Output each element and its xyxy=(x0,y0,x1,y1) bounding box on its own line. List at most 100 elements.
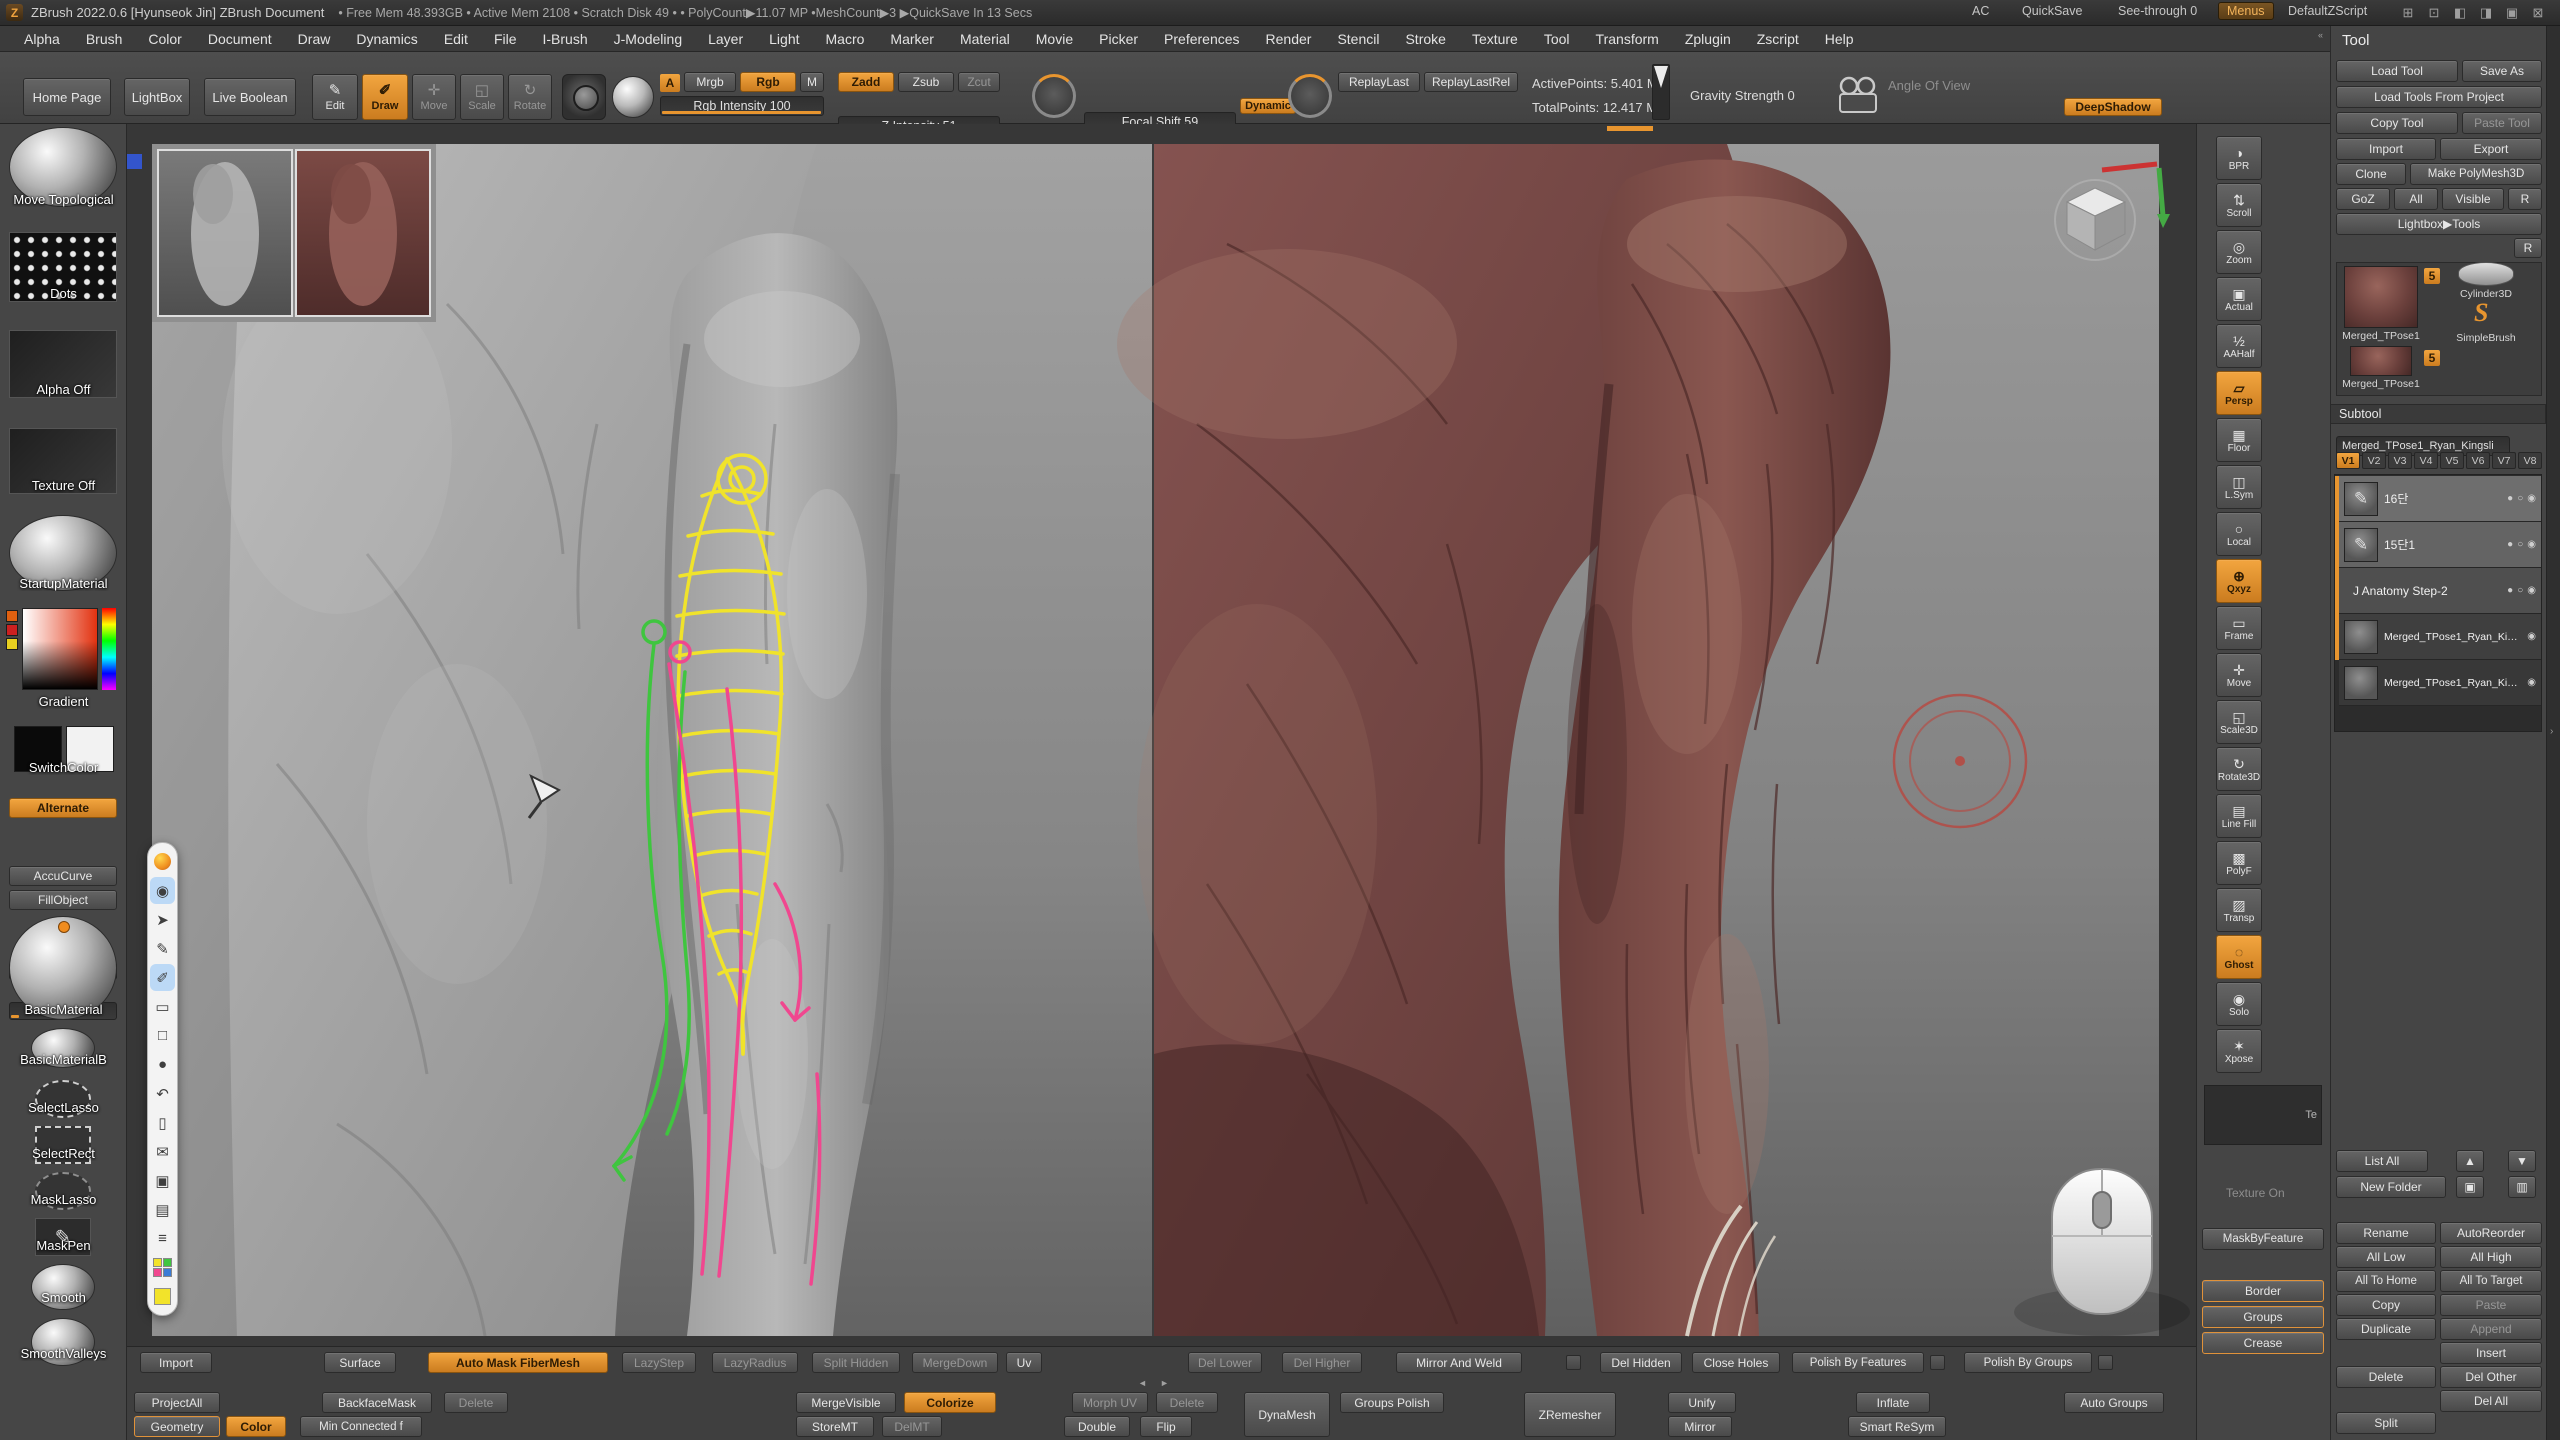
fillobject-button[interactable]: FillObject xyxy=(9,890,117,910)
gravity-strength-slider[interactable]: Gravity Strength 0 xyxy=(1690,88,1795,103)
document-canvas[interactable]: ◉ ➤ ✎ ✐ ▭ □ ● ↶ ▯ ✉ ▣ ▤ ≡ xyxy=(127,124,2196,1346)
import-tool-button[interactable]: Import xyxy=(2336,138,2436,160)
surface-button[interactable]: Surface xyxy=(324,1352,396,1373)
xpose-button[interactable]: ✶Xpose xyxy=(2216,1029,2262,1073)
mergevisible-button[interactable]: MergeVisible xyxy=(796,1392,896,1413)
polyf-button[interactable]: ▩PolyF xyxy=(2216,841,2262,885)
edit-mode-button[interactable]: ✎Edit xyxy=(312,74,358,120)
rgb-intensity-slider[interactable]: Rgb Intensity 100 xyxy=(660,96,824,116)
camera-view-icon[interactable] xyxy=(1836,76,1880,116)
draw-mode-button[interactable]: ✐Draw xyxy=(362,74,408,120)
paste-tool-button[interactable]: Paste Tool xyxy=(2462,112,2542,134)
delmt-button[interactable]: DelMT xyxy=(882,1416,942,1437)
autoreorder-button[interactable]: AutoReorder xyxy=(2440,1222,2542,1244)
aahalf-button[interactable]: ½AAHalf xyxy=(2216,324,2262,368)
goz-all-button[interactable]: All xyxy=(2394,188,2438,210)
auto-mask-fibermesh-button[interactable]: Auto Mask FiberMesh xyxy=(428,1352,608,1373)
inflate-button[interactable]: Inflate xyxy=(1856,1392,1930,1413)
subtool-row-icons[interactable]: ◉ xyxy=(2527,631,2536,642)
groups-polish-button[interactable]: Groups Polish xyxy=(1340,1392,1444,1413)
move3d-button[interactable]: ✛Move xyxy=(2216,653,2262,697)
uv-button[interactable]: Uv xyxy=(1006,1352,1042,1373)
color-palette-icon[interactable] xyxy=(150,1254,175,1281)
default-zscript-button[interactable]: DefaultZScript xyxy=(2288,4,2367,18)
shape-tool-icon[interactable]: □ xyxy=(150,1022,175,1049)
subtool-row-icons[interactable]: ◉ xyxy=(2527,677,2536,688)
polish-features-mode-dot[interactable] xyxy=(1930,1355,1945,1370)
export-tool-button[interactable]: Export xyxy=(2440,138,2542,160)
zoom-button[interactable]: ◎Zoom xyxy=(2216,230,2262,274)
focal-shift-icon[interactable] xyxy=(1032,74,1076,118)
subtool-tab-v7[interactable]: V7 xyxy=(2492,452,2516,469)
annotation-logo-icon[interactable] xyxy=(150,848,175,875)
split-view2-icon[interactable]: ◨ xyxy=(2476,5,2496,21)
all-to-home-button[interactable]: All To Home xyxy=(2336,1270,2436,1292)
make-polymesh3d-button[interactable]: Make PolyMesh3D xyxy=(2410,163,2542,185)
mirror-button[interactable]: Mirror xyxy=(1668,1416,1732,1437)
menu-alpha[interactable]: Alpha xyxy=(24,31,60,47)
actual-button[interactable]: ▣Actual xyxy=(2216,277,2262,321)
eye-toggle-icon[interactable]: ◉ xyxy=(150,877,175,904)
cylinder3d-thumbnail[interactable] xyxy=(2458,262,2514,286)
undo-icon[interactable]: ↶ xyxy=(150,1080,175,1107)
menu-file[interactable]: File xyxy=(494,31,517,47)
camera-nav-cube[interactable] xyxy=(2055,180,2135,260)
colorize-button[interactable]: Colorize xyxy=(904,1392,996,1413)
geometry-section-button[interactable]: Geometry xyxy=(134,1416,220,1437)
menu-edit[interactable]: Edit xyxy=(444,31,468,47)
backfacemask-button[interactable]: BackfaceMask xyxy=(322,1392,432,1413)
bpr-render-button[interactable]: ◑BPR xyxy=(2216,136,2262,180)
scale3d-button[interactable]: ◱Scale3D xyxy=(2216,700,2262,744)
quicksave-button[interactable]: QuickSave xyxy=(2022,4,2082,18)
folder-options-button[interactable]: ▥ xyxy=(2508,1176,2536,1198)
goz-r-button[interactable]: R xyxy=(2508,188,2542,210)
clear-trash-icon[interactable]: ▯ xyxy=(150,1109,175,1136)
monitor-icon[interactable]: ⊡ xyxy=(2424,5,2444,21)
new-folder-button[interactable]: New Folder xyxy=(2336,1176,2446,1198)
color-swatch-orange[interactable] xyxy=(6,610,18,622)
double-button[interactable]: Double xyxy=(1064,1416,1130,1437)
ghost-button[interactable]: ◌Ghost xyxy=(2216,935,2262,979)
paste-subtool-button[interactable]: Paste xyxy=(2440,1294,2542,1316)
insert-button[interactable]: Insert xyxy=(2440,1342,2542,1364)
stroke-preview-widget[interactable] xyxy=(562,74,606,120)
layer-delete-button[interactable]: Delete xyxy=(444,1392,508,1413)
current-tool-r-button[interactable]: R xyxy=(2514,238,2542,258)
subtool-tab-v3[interactable]: V3 xyxy=(2388,452,2412,469)
border-button[interactable]: Border xyxy=(2202,1280,2324,1302)
all-high-button[interactable]: All High xyxy=(2440,1246,2542,1268)
rename-button[interactable]: Rename xyxy=(2336,1222,2436,1244)
subtool-row-3[interactable]: J Anatomy Step-2●○◉ xyxy=(2339,568,2541,614)
alternate-button[interactable]: Alternate xyxy=(9,798,117,818)
copy-tool-button[interactable]: Copy Tool xyxy=(2336,112,2458,134)
menu-zplugin[interactable]: Zplugin xyxy=(1685,31,1731,47)
split-hidden-button[interactable]: Split Hidden xyxy=(812,1352,900,1373)
frame-button[interactable]: ▭Frame xyxy=(2216,606,2262,650)
storemt-button[interactable]: StoreMT xyxy=(796,1416,874,1437)
zremesher-button[interactable]: ZRemesher xyxy=(1524,1392,1616,1437)
mrgb-button[interactable]: Mrgb xyxy=(684,72,736,92)
subtool-row-icons[interactable]: ●○◉ xyxy=(2507,585,2536,596)
load-tool-button[interactable]: Load Tool xyxy=(2336,60,2458,82)
del-hidden-button[interactable]: Del Hidden xyxy=(1600,1352,1682,1373)
menu-layer[interactable]: Layer xyxy=(708,31,743,47)
move-up-button[interactable]: ▲ xyxy=(2456,1150,2484,1172)
polish-by-groups-button[interactable]: Polish By Groups xyxy=(1964,1352,2092,1373)
fiber-import-button[interactable]: Import xyxy=(140,1352,212,1373)
move-mode-button[interactable]: ✛Move xyxy=(412,74,456,120)
menu-color[interactable]: Color xyxy=(148,31,181,47)
menu-movie[interactable]: Movie xyxy=(1036,31,1073,47)
menu-ibrush[interactable]: I-Brush xyxy=(543,31,588,47)
menu-macro[interactable]: Macro xyxy=(826,31,865,47)
deep-shadow-button[interactable]: DeepShadow xyxy=(2064,98,2162,116)
home-page-button[interactable]: Home Page xyxy=(23,78,111,116)
rotate-mode-button[interactable]: ↻Rotate xyxy=(508,74,552,120)
menu-brush[interactable]: Brush xyxy=(86,31,123,47)
auto-groups-button[interactable]: Auto Groups xyxy=(2064,1392,2164,1413)
material-preview-sphere[interactable] xyxy=(612,76,654,118)
del-all-button[interactable]: Del All xyxy=(2440,1390,2542,1412)
menu-tool[interactable]: Tool xyxy=(1544,31,1570,47)
zadd-button[interactable]: Zadd xyxy=(838,72,894,92)
replay-last-button[interactable]: ReplayLast xyxy=(1338,72,1420,92)
active-tool-thumbnail[interactable] xyxy=(2344,266,2418,328)
